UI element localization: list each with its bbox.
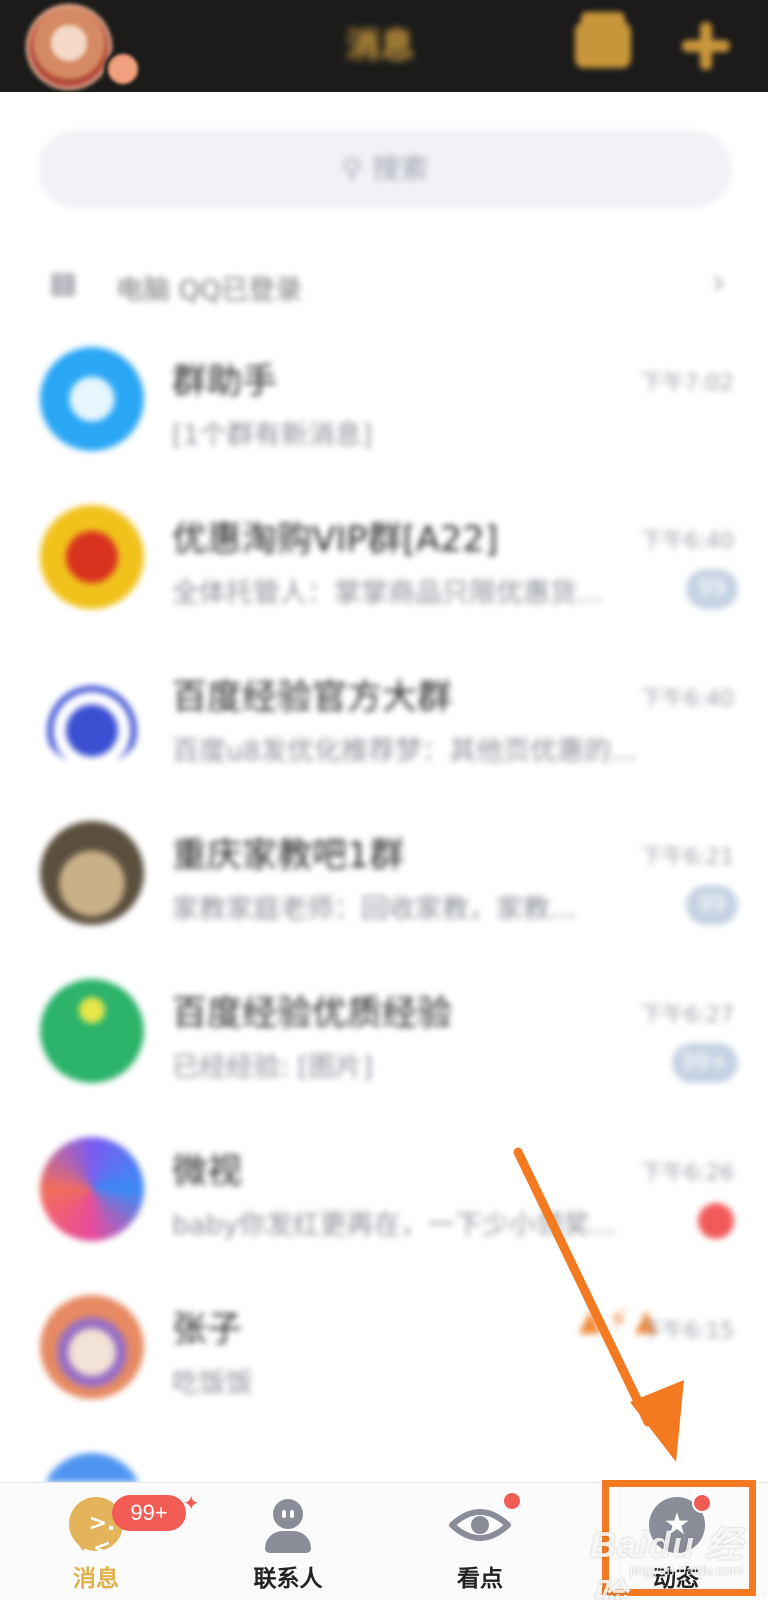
watermark-logo: Baidu 经验 (590, 1524, 744, 1600)
annotation-arrow (513, 1147, 684, 1462)
watermark: Baidu 经验 jingyan.baidu.com (590, 1516, 768, 1600)
watermark-url: jingyan.baidu.com (630, 1562, 743, 1578)
